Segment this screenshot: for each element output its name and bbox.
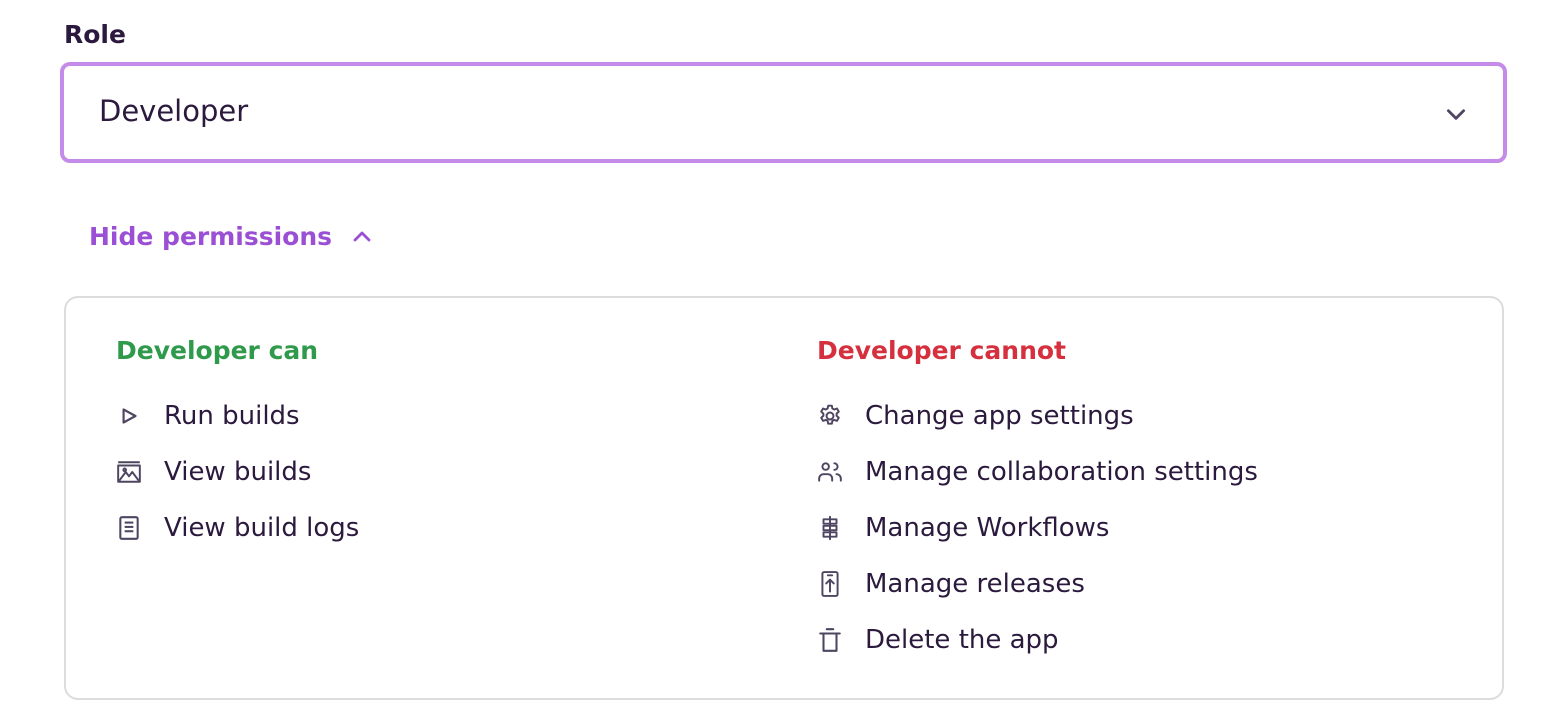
chevron-down-icon <box>1447 109 1465 120</box>
role-permissions-form: Role Developer Hide permissions Develope… <box>0 0 1562 722</box>
permission-label: Manage releases <box>865 569 1085 599</box>
role-select-inner <box>64 66 1503 159</box>
builds-icon <box>117 461 141 483</box>
trash-icon <box>819 628 841 652</box>
permissions-can-title: Developer can <box>116 336 319 365</box>
permissions-panel: Developer can Run builds View builds Vie… <box>64 296 1504 700</box>
permission-label: Run builds <box>164 401 300 431</box>
role-select-value: Developer <box>99 94 249 128</box>
permission-item: Delete the app <box>817 612 1258 668</box>
release-icon <box>821 571 839 597</box>
permission-item: Manage releases <box>817 556 1258 612</box>
role-select[interactable]: Developer <box>60 62 1507 163</box>
permission-item: View build logs <box>116 500 359 556</box>
users-icon <box>818 462 842 482</box>
workflow-icon <box>822 516 838 540</box>
permissions-can-column: Developer can Run builds View builds Vie… <box>116 334 359 556</box>
permission-label: View build logs <box>164 513 360 543</box>
permission-item: Run builds <box>116 388 359 444</box>
hide-permissions-toggle[interactable]: Hide permissions <box>89 222 374 251</box>
gear-icon <box>820 404 840 425</box>
permission-item: Manage collaboration settings <box>817 444 1258 500</box>
permission-item: Manage Workflows <box>817 500 1258 556</box>
chevron-up-icon <box>353 231 371 241</box>
permission-label: Delete the app <box>865 625 1059 655</box>
log-icon <box>119 516 139 540</box>
hide-permissions-label: Hide permissions <box>89 222 333 251</box>
role-label: Role <box>64 20 126 49</box>
permission-item: View builds <box>116 444 359 500</box>
permission-label: View builds <box>164 457 312 487</box>
permissions-cannot-column: Developer cannot Change app settings Man… <box>817 334 1258 668</box>
permission-label: Manage collaboration settings <box>865 457 1258 487</box>
play-icon <box>122 408 137 424</box>
permission-item: Change app settings <box>817 388 1258 444</box>
permissions-cannot-title: Developer cannot <box>817 336 1066 365</box>
permission-label: Manage Workflows <box>865 513 1110 543</box>
permission-label: Change app settings <box>865 401 1134 431</box>
